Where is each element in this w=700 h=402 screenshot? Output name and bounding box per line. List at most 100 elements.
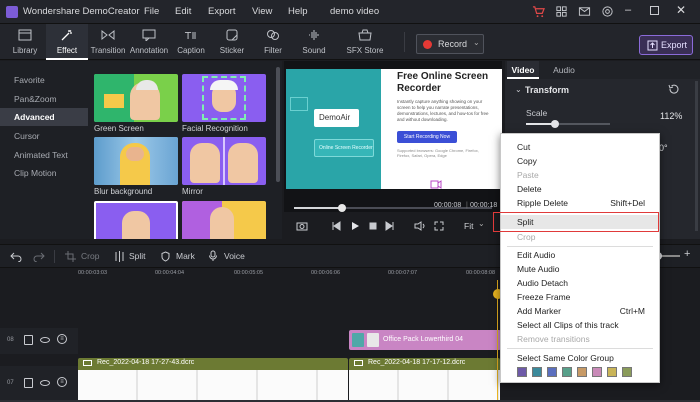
menu-item-add-marker[interactable]: Add Marker Ctrl+M (501, 304, 659, 318)
mark-shield-icon[interactable] (160, 251, 171, 262)
clip-thumbnail (367, 333, 379, 347)
color-swatch[interactable] (532, 367, 542, 377)
fit-select[interactable]: Fit (464, 221, 473, 231)
preview-left-graphic: DemoAir Online Screen Recorder (286, 69, 381, 189)
previous-frame-icon[interactable] (331, 221, 341, 231)
menu-export[interactable]: Export (208, 6, 235, 17)
preview-logo: DemoAir (314, 109, 359, 127)
playhead[interactable] (497, 280, 498, 402)
scale-slider[interactable] (526, 120, 610, 128)
voice-button[interactable]: Voice (224, 251, 245, 261)
effects-scrollbar[interactable] (276, 67, 280, 182)
tab-filter[interactable]: Filter (252, 24, 294, 60)
clip-rec-2[interactable]: Rec_2022-04-18 17-17-12.dcrc (349, 358, 500, 402)
color-swatch[interactable] (562, 367, 572, 377)
minimize-button[interactable]: – (625, 4, 631, 16)
split-button[interactable]: Split (129, 251, 146, 261)
chevron-down-icon[interactable]: ⌄ (473, 38, 480, 47)
zoom-in-button[interactable]: + (684, 248, 690, 260)
lock-icon[interactable] (24, 335, 33, 345)
menu-edit[interactable]: Edit (175, 6, 191, 17)
screenshot-icon[interactable] (296, 221, 308, 231)
section-chevron-icon[interactable]: ⌄ (515, 85, 522, 94)
mark-button[interactable]: Mark (176, 251, 195, 261)
crop-button[interactable]: Crop (81, 251, 99, 261)
clip-lowerthird[interactable]: Office Pack Lowerthird 04 (349, 330, 501, 350)
tab-effect[interactable]: Effect (46, 24, 88, 60)
toolbar-divider (404, 32, 405, 52)
nav-item-clip-motion[interactable]: Clip Motion (0, 164, 88, 182)
microphone-icon[interactable] (208, 250, 218, 262)
crop-icon[interactable] (65, 251, 76, 262)
playback-progress[interactable] (294, 204, 492, 212)
menu-item-edit-audio[interactable]: Edit Audio (501, 248, 659, 262)
maximize-button[interactable] (650, 6, 659, 15)
track-header-08: 08 ≡ (0, 328, 78, 354)
tab-caption[interactable]: T Caption (170, 24, 212, 60)
sound-icon (309, 30, 319, 40)
tab-sfx-store[interactable]: SFX Store (343, 24, 387, 60)
clip-rec-1[interactable]: Rec_2022-04-18 17-27-43.dcrc (78, 358, 348, 402)
tab-sticker[interactable]: Sticker (211, 24, 253, 60)
effect-tile-facial-recognition[interactable] (182, 74, 266, 122)
tab-transition[interactable]: Transition (87, 24, 129, 60)
menu-item-select-all-clips[interactable]: Select all Clips of this track (501, 318, 659, 332)
fullscreen-icon[interactable] (434, 221, 444, 231)
menu-item-ripple-delete[interactable]: Ripple Delete Shift+Del (501, 196, 659, 210)
effect-tile-blur-background[interactable] (94, 137, 178, 185)
eye-icon[interactable] (40, 337, 50, 343)
menu-help[interactable]: Help (288, 6, 308, 17)
menu-item-copy[interactable]: Copy (501, 154, 659, 168)
play-icon[interactable] (350, 221, 360, 231)
support-icon[interactable] (601, 5, 614, 18)
color-swatch[interactable] (592, 367, 602, 377)
eye-icon[interactable] (40, 380, 50, 386)
menu-item-cut[interactable]: Cut (501, 140, 659, 154)
color-swatch[interactable] (622, 367, 632, 377)
rotate-value[interactable]: 0° (659, 143, 668, 153)
redo-icon[interactable] (33, 251, 45, 262)
nav-item-cursor[interactable]: Cursor (0, 127, 88, 145)
tab-video[interactable]: Video (507, 61, 539, 79)
grid-icon[interactable] (555, 5, 568, 18)
color-swatch[interactable] (517, 367, 527, 377)
close-button[interactable]: ✕ (676, 3, 686, 17)
color-swatch[interactable] (577, 367, 587, 377)
nav-item-favorite[interactable]: Favorite (0, 71, 88, 89)
tab-sound[interactable]: Sound (293, 24, 335, 60)
menu-item-mute-audio[interactable]: Mute Audio (501, 262, 659, 276)
split-icon[interactable] (114, 251, 125, 262)
menu-item-delete[interactable]: Delete (501, 182, 659, 196)
fit-chevron-icon[interactable]: ⌄ (478, 219, 485, 228)
menu-item-select-same-color-group[interactable]: Select Same Color Group (501, 351, 659, 365)
properties-scrollbar[interactable] (695, 81, 698, 231)
effect-tile-green-screen[interactable] (94, 74, 178, 122)
menu-item-freeze-frame[interactable]: Freeze Frame (501, 290, 659, 304)
record-button[interactable]: Record ⌄ (416, 34, 484, 54)
next-frame-icon[interactable] (385, 221, 395, 231)
color-swatch[interactable] (607, 367, 617, 377)
lock-icon[interactable] (24, 378, 33, 388)
menu-item-audio-detach[interactable]: Audio Detach (501, 276, 659, 290)
export-button[interactable]: Export (639, 35, 693, 55)
reset-icon[interactable] (668, 84, 679, 95)
nav-item-animated-text[interactable]: Animated Text (0, 146, 88, 164)
effects-grid: Green Screen Facial Recognition Blur bac… (88, 61, 282, 239)
menu-view[interactable]: View (252, 6, 272, 17)
color-swatch[interactable] (547, 367, 557, 377)
volume-icon[interactable] (414, 221, 426, 231)
mail-icon[interactable] (578, 5, 591, 18)
stop-icon[interactable] (368, 221, 378, 231)
tab-library[interactable]: Library (4, 24, 46, 60)
tab-audio[interactable]: Audio (549, 61, 579, 79)
nav-item-pan-zoom[interactable]: Pan&Zoom (0, 90, 88, 108)
effect-tile-6[interactable] (182, 201, 266, 239)
undo-icon[interactable] (10, 251, 22, 262)
nav-item-advanced[interactable]: Advanced (0, 108, 88, 126)
scale-value[interactable]: 112% (660, 111, 682, 121)
effect-tile-5[interactable] (94, 201, 178, 239)
menu-file[interactable]: File (144, 6, 159, 17)
tab-annotation[interactable]: Annotation (129, 24, 169, 60)
effect-tile-mirror[interactable] (182, 137, 266, 185)
cart-icon[interactable] (532, 5, 545, 18)
